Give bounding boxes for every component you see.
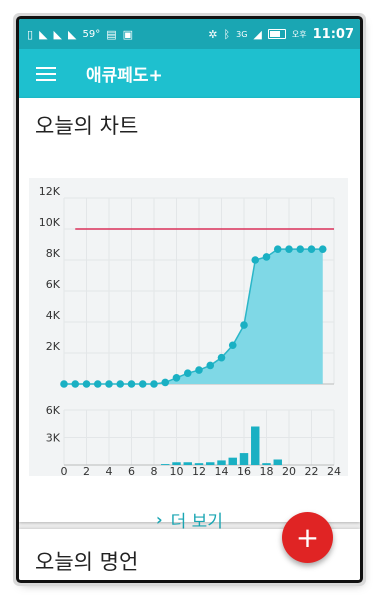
x-tick-label: 14 <box>215 465 229 476</box>
x-tick-label: 22 <box>305 465 319 476</box>
battery-icon <box>267 29 286 39</box>
add-fab-button[interactable]: + <box>282 512 333 563</box>
x-tick-label: 6 <box>128 465 135 476</box>
data-point <box>228 341 237 350</box>
data-point <box>240 321 248 329</box>
data-point <box>217 353 226 362</box>
x-tick-label: 0 <box>61 465 68 476</box>
chart-card-title: 오늘의 차트 <box>35 114 139 138</box>
data-point <box>296 245 305 253</box>
data-point <box>60 380 68 388</box>
data-point <box>161 378 170 387</box>
network-text: 3G <box>236 29 248 39</box>
y-tick-label: 8K <box>46 247 61 260</box>
area-fill <box>64 249 323 384</box>
bar <box>206 462 215 465</box>
x-tick-label: 18 <box>260 465 274 476</box>
data-point <box>127 380 136 388</box>
temperature-text: 59° <box>82 28 101 40</box>
wifi-signal-icon: ◣ <box>53 27 62 41</box>
data-point <box>138 380 147 388</box>
x-tick-label: 4 <box>106 465 113 476</box>
bar <box>239 453 249 465</box>
data-point <box>318 245 327 253</box>
y-tick-label: 2K <box>46 340 61 353</box>
x-tick-label: 12 <box>192 465 206 476</box>
data-point <box>172 374 181 382</box>
y-tick-label: 10K <box>39 216 61 229</box>
wifi-signal-icon: ◣ <box>39 27 48 41</box>
app-bar: 애큐페도+ <box>19 49 360 98</box>
app-title: 애큐페도+ <box>86 66 163 86</box>
bar <box>251 426 260 465</box>
data-point <box>195 366 203 374</box>
quote-card-title: 오늘의 명언 <box>35 550 139 574</box>
data-point <box>206 361 215 370</box>
y-tick-label: 3K <box>46 432 61 445</box>
phone-screen: ▯ ◣ ◣ ◣ 59° ▤ ▣ ✲ ᛒ 3G ◢ 오후 11:07 애큐페도+ … <box>19 19 360 580</box>
status-bar: ▯ ◣ ◣ ◣ 59° ▤ ▣ ✲ ᛒ 3G ◢ 오후 11:07 <box>19 19 360 49</box>
sim-icon: ▯ <box>27 27 34 41</box>
status-bar-left: ▯ ◣ ◣ ◣ 59° ▤ ▣ <box>19 29 133 40</box>
data-point <box>262 253 271 261</box>
x-tick-label: 20 <box>282 465 296 476</box>
x-tick-label: 24 <box>327 465 341 476</box>
data-point <box>273 245 282 253</box>
y-tick-label: 4K <box>46 309 61 322</box>
bar <box>228 457 237 465</box>
data-point <box>307 245 316 253</box>
x-tick-label: 8 <box>151 465 158 476</box>
data-point <box>150 380 158 388</box>
y-tick-label: 6K <box>46 278 61 291</box>
bar <box>161 464 170 465</box>
bar <box>183 462 192 465</box>
x-tick-label: 16 <box>237 465 251 476</box>
chart-card: 오늘의 차트 12K 10K 8K 6K 4K 2K 6K 3K 0 2 4 6 8 10 12 14 16 18… <box>19 98 360 532</box>
data-point <box>105 380 113 388</box>
y-tick-label: 6K <box>46 404 61 417</box>
bar <box>273 459 282 465</box>
chart-area: 12K 10K 8K 6K 4K 2K 6K 3K 0 2 4 6 8 10 12 14 16 18 20 22 24 <box>29 178 348 476</box>
plus-icon: + <box>295 521 320 554</box>
vibrate-icon: ✲ <box>208 27 218 41</box>
ampm-text: 오후 <box>291 29 307 39</box>
hamburger-menu-icon[interactable] <box>36 66 56 81</box>
step-chart: 12K10K8K6K4K2K6K3K0 2 4 6 8 10 12 14 16 18 20 22 24 <box>39 185 341 476</box>
x-tick-label: 10 <box>170 465 184 476</box>
data-point <box>93 380 102 388</box>
data-point <box>116 380 125 388</box>
y-tick-label: 12K <box>39 185 61 198</box>
data-point <box>71 380 80 388</box>
signal-icon: ◢ <box>253 27 262 41</box>
data-point <box>285 245 293 253</box>
wifi-signal-icon: ◣ <box>68 27 77 41</box>
data-point <box>251 256 260 264</box>
bag-check-icon: ▣ <box>122 27 134 41</box>
chevron-right-icon: › <box>156 509 163 529</box>
x-tick-label: 2 <box>83 465 90 476</box>
status-bar-right: ✲ ᛒ 3G ◢ 오후 11:07 <box>208 27 360 42</box>
data-point <box>82 380 91 388</box>
clock-text: 11:07 <box>312 26 354 42</box>
data-point <box>183 369 192 377</box>
bluetooth-icon: ᛒ <box>223 27 231 41</box>
clipboard-icon: ▤ <box>106 27 117 41</box>
more-button-label: 더 보기 <box>170 511 223 532</box>
